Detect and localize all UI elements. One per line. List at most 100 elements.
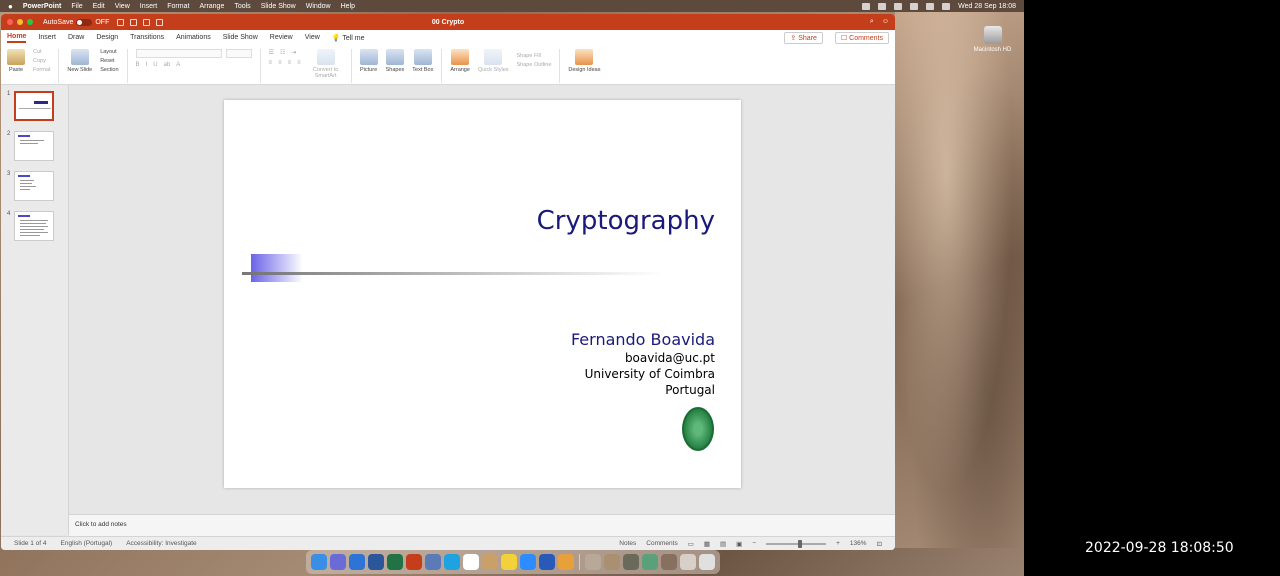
menu-insert[interactable]: Insert <box>140 3 158 10</box>
tab-design[interactable]: Design <box>96 34 118 41</box>
calendar-icon[interactable] <box>463 554 479 570</box>
notes-toggle-button[interactable]: Notes <box>619 540 636 547</box>
menu-file[interactable]: File <box>71 3 82 10</box>
tab-home[interactable]: Home <box>7 33 27 43</box>
share-button[interactable]: ⇪ Share <box>784 31 823 44</box>
text-box-button[interactable]: Text Box <box>412 49 433 73</box>
notes-pane[interactable]: Click to add notes <box>69 514 895 536</box>
recent-app-icon[interactable] <box>642 554 658 570</box>
recent-app-icon[interactable] <box>585 554 601 570</box>
slide-thumbnail-1[interactable]: 1 <box>7 91 55 121</box>
zoom-in-button[interactable]: + <box>836 540 840 547</box>
save-icon[interactable] <box>130 18 138 26</box>
indent-button[interactable]: ⇥ <box>291 49 296 56</box>
tab-view[interactable]: View <box>305 34 320 41</box>
skype-icon[interactable] <box>444 554 460 570</box>
trash-icon[interactable] <box>699 554 715 570</box>
zoom-out-button[interactable]: − <box>752 540 756 547</box>
menu-slide-show[interactable]: Slide Show <box>261 3 296 10</box>
recent-app-icon[interactable] <box>680 554 696 570</box>
bullets-button[interactable]: ☰ <box>269 49 274 56</box>
comments-button[interactable]: ☐ Comments <box>834 31 889 44</box>
minimize-window-button[interactable] <box>17 19 23 25</box>
bold-button[interactable]: B <box>136 62 140 68</box>
notes-app-icon[interactable] <box>501 554 517 570</box>
autosave-control[interactable]: AutoSave OFF <box>43 18 109 26</box>
align-right-button[interactable]: ≡ <box>288 60 292 66</box>
numbering-button[interactable]: ☷ <box>280 49 285 56</box>
tell-me-search[interactable]: 💡 Tell me <box>332 34 365 42</box>
macintosh-hd-desktop-item[interactable]: Macintosh HD <box>965 26 1020 53</box>
underline-button[interactable]: U <box>153 62 157 68</box>
zoom-app-icon[interactable] <box>520 554 536 570</box>
wifi-icon[interactable] <box>910 2 919 10</box>
redo-icon[interactable] <box>156 18 164 26</box>
justify-button[interactable]: ≡ <box>297 60 301 66</box>
search-icon[interactable] <box>926 2 935 10</box>
home-icon[interactable] <box>117 18 125 26</box>
align-left-button[interactable]: ≡ <box>269 60 273 66</box>
menu-help[interactable]: Help <box>341 3 355 10</box>
picture-button[interactable]: Picture <box>359 49 378 73</box>
convert-smartart-button[interactable]: Convert to SmartArt <box>309 49 343 79</box>
menu-app-name[interactable]: PowerPoint <box>23 3 62 10</box>
tab-draw[interactable]: Draw <box>68 34 84 41</box>
tab-insert[interactable]: Insert <box>38 34 56 41</box>
slide-thumbnail-2[interactable]: 2 <box>7 131 55 161</box>
comments-toggle-button[interactable]: Comments <box>646 540 677 547</box>
shape-outline-button[interactable]: Shape Outline <box>517 62 552 68</box>
undo-icon[interactable] <box>143 18 151 26</box>
align-center-button[interactable]: ≡ <box>278 60 282 66</box>
slide-thumbnail-4[interactable]: 4 <box>7 211 55 241</box>
close-window-button[interactable] <box>7 19 13 25</box>
zoom-slider-knob[interactable] <box>798 539 803 548</box>
quick-styles-button[interactable]: Quick Styles <box>478 49 509 73</box>
app-icon[interactable] <box>425 554 441 570</box>
powerpoint-icon[interactable] <box>406 554 422 570</box>
menu-arrange[interactable]: Arrange <box>199 3 224 10</box>
slide-thumbnail-3[interactable]: 3 <box>7 171 55 201</box>
normal-view-icon[interactable]: ▭ <box>688 540 694 548</box>
recent-app-icon[interactable] <box>623 554 639 570</box>
excel-icon[interactable] <box>387 554 403 570</box>
apple-menu-icon[interactable]: ● <box>8 2 13 11</box>
word-icon[interactable] <box>368 554 384 570</box>
zoom-window-button[interactable] <box>27 19 33 25</box>
menu-clock[interactable]: Wed 28 Sep 18:08 <box>958 3 1016 10</box>
shapes-button[interactable]: Shapes <box>386 49 404 73</box>
tab-review[interactable]: Review <box>270 34 293 41</box>
chrome-icon[interactable] <box>558 554 574 570</box>
shape-fill-button[interactable]: Shape Fill <box>517 53 552 59</box>
tab-slide-show[interactable]: Slide Show <box>223 34 258 41</box>
status-app-icon[interactable] <box>894 2 903 10</box>
paste-button[interactable]: Paste <box>7 49 25 73</box>
slide-canvas[interactable]: Cryptography Fernando Boavida boavida@uc… <box>224 100 741 488</box>
slide-sorter-icon[interactable]: ▦ <box>704 540 710 548</box>
new-slide-button[interactable]: New Slide <box>67 49 92 73</box>
menu-view[interactable]: View <box>115 3 130 10</box>
layout-button[interactable]: Layout <box>100 49 118 55</box>
status-app-icon[interactable] <box>862 2 871 10</box>
language-indicator[interactable]: English (Portugal) <box>61 540 113 547</box>
font-color-button[interactable]: A <box>176 62 180 68</box>
menu-tools[interactable]: Tools <box>234 3 250 10</box>
fit-slide-icon[interactable]: ⊡ <box>877 540 882 548</box>
design-ideas-button[interactable]: Design Ideas <box>568 49 600 73</box>
status-app-icon[interactable] <box>878 2 887 10</box>
cut-button[interactable]: Cut <box>33 49 50 55</box>
menu-window[interactable]: Window <box>306 3 331 10</box>
recent-app-icon[interactable] <box>604 554 620 570</box>
arrange-button[interactable]: Arrange <box>450 49 470 73</box>
search-icon[interactable]: ⌕ <box>870 18 874 26</box>
font-size-select[interactable] <box>225 49 252 58</box>
app-icon[interactable] <box>482 554 498 570</box>
autosave-toggle[interactable] <box>76 18 93 26</box>
reset-button[interactable]: Reset <box>100 58 118 64</box>
launchpad-icon[interactable] <box>330 554 346 570</box>
section-button[interactable]: Section <box>100 67 118 73</box>
copy-button[interactable]: Copy <box>33 58 50 64</box>
accessibility-checker[interactable]: Accessibility: Investigate <box>126 540 196 547</box>
format-painter-button[interactable]: Format <box>33 67 50 73</box>
zoom-slider[interactable] <box>766 539 827 548</box>
control-center-icon[interactable] <box>942 2 951 10</box>
